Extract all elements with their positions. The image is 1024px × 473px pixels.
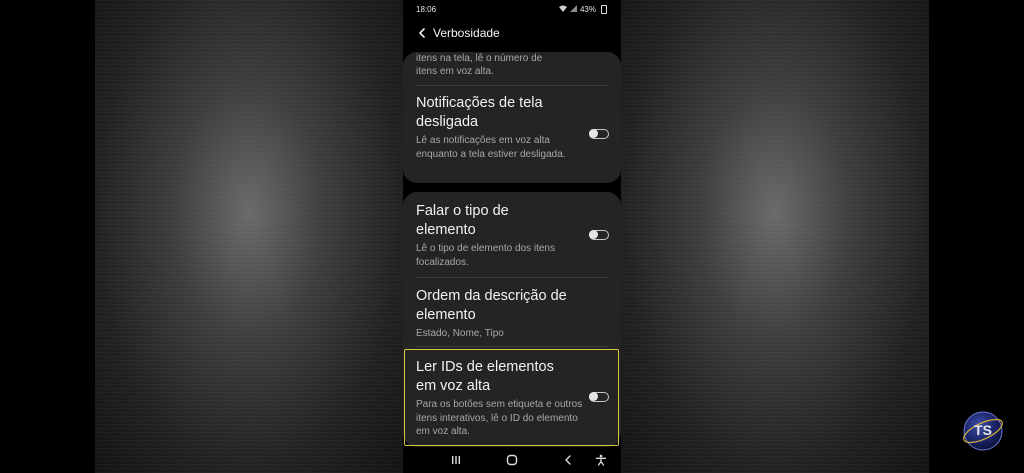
signal-icon xyxy=(569,5,577,14)
setting-item-read-element-ids[interactable]: Ler IDs de elementos em voz alta Para os… xyxy=(416,358,612,439)
channel-logo-watermark: TS xyxy=(961,409,1005,453)
setting-subtitle: Estado, Nome, Tipo xyxy=(416,328,504,339)
divider xyxy=(415,85,609,86)
setting-item-screen-off-notifications[interactable]: Notificações de tela desligada Lê as not… xyxy=(416,94,612,161)
app-bar: Verbosidade xyxy=(403,22,621,44)
divider xyxy=(415,346,609,347)
setting-subtitle: Para os botões sem etiqueta e outros ite… xyxy=(416,399,583,437)
partial-item-subtitle: itens na tela, lê o número de itens em v… xyxy=(416,52,542,78)
status-time: 18:06 xyxy=(416,5,437,14)
chevron-left-icon[interactable] xyxy=(415,26,429,40)
back-icon[interactable] xyxy=(559,452,577,468)
setting-item-speak-element-type[interactable]: Falar o tipo de elemento Lê o tipo de el… xyxy=(416,202,612,269)
recents-icon[interactable] xyxy=(447,452,465,468)
accessibility-icon[interactable] xyxy=(592,452,610,468)
navigation-bar xyxy=(403,448,621,473)
toggle-switch-read-element-ids[interactable] xyxy=(589,392,609,402)
setting-title: Notificações de tela desligada xyxy=(416,95,543,130)
status-icons: 43% xyxy=(558,5,607,14)
setting-title: Falar o tipo de elemento xyxy=(416,203,509,238)
partial-subtitle-line-1: itens na tela, lê o número de xyxy=(416,53,543,64)
setting-item-element-description-order[interactable]: Ordem da descrição de elemento Estado, N… xyxy=(416,287,612,341)
battery-icon xyxy=(601,5,607,14)
right-black-border xyxy=(929,0,1024,473)
divider xyxy=(415,277,609,278)
setting-title: Ordem da descrição de elemento xyxy=(416,288,567,323)
left-black-border xyxy=(0,0,95,473)
setting-title: Ler IDs de elementos em voz alta xyxy=(416,359,554,394)
blurred-background-left xyxy=(95,0,403,473)
battery-percent: 43% xyxy=(579,5,596,14)
setting-subtitle: Lê as notificações em voz alta enquanto … xyxy=(416,135,566,160)
status-bar: 18:06 43% xyxy=(403,0,621,18)
toggle-knob xyxy=(589,129,598,138)
toggle-knob xyxy=(589,392,598,401)
blurred-background-right xyxy=(621,0,929,473)
partial-subtitle-line-2: itens em voz alta. xyxy=(416,66,494,77)
watermark-text: TS xyxy=(974,422,992,438)
wifi-icon xyxy=(558,5,567,14)
toggle-switch-speak-element-type[interactable] xyxy=(589,230,609,240)
phone-screen: 18:06 43% Verbosidade itens na tela, lê … xyxy=(403,0,621,473)
setting-subtitle: Lê o tipo de elemento dos itens focaliza… xyxy=(416,243,555,268)
toggle-switch-screen-off-notifications[interactable] xyxy=(589,129,609,139)
toggle-knob xyxy=(589,230,598,239)
page-title: Verbosidade xyxy=(433,26,500,40)
home-icon[interactable] xyxy=(503,452,521,468)
